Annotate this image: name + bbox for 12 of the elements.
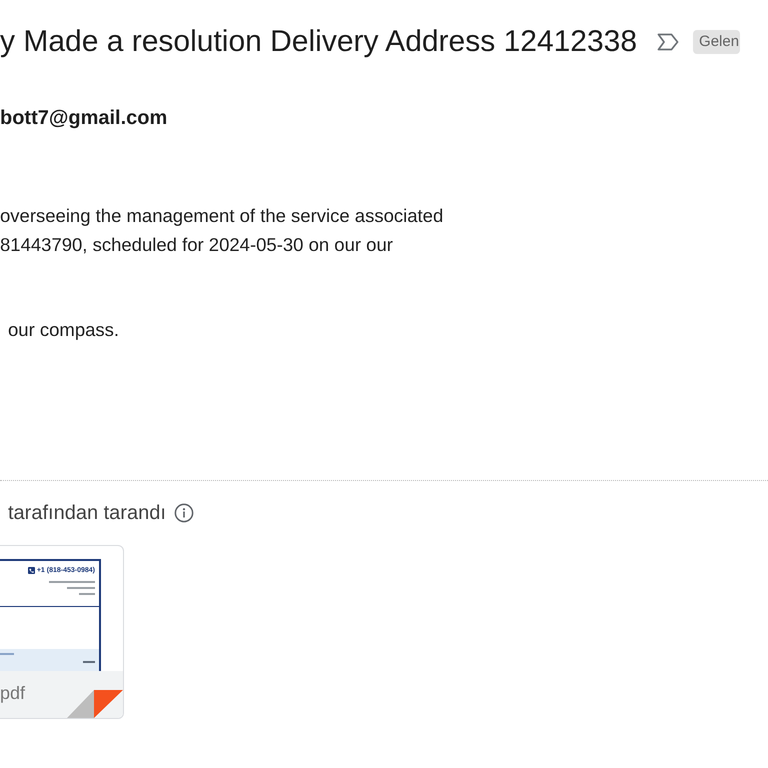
email-subject: y Made a resolution Delivery Address 12412338 <box>0 24 638 60</box>
scan-note-text: tarafından tarandı <box>8 501 166 525</box>
email-body-text: 81443790, scheduled for 2024-05-30 on our our <box>0 233 393 257</box>
attachment-filename: pdf <box>0 682 26 704</box>
importance-marker-icon[interactable] <box>657 33 680 51</box>
email-body-text: overseeing the management of the service associated <box>0 204 444 228</box>
inbox-label-chip[interactable]: Gelen <box>693 30 740 54</box>
sender-email: bott7@gmail.com <box>0 107 168 129</box>
pdf-corner-icon <box>65 688 123 718</box>
info-icon[interactable] <box>174 503 194 523</box>
email-body-text: our compass. <box>8 318 120 342</box>
phone-icon <box>28 567 35 574</box>
